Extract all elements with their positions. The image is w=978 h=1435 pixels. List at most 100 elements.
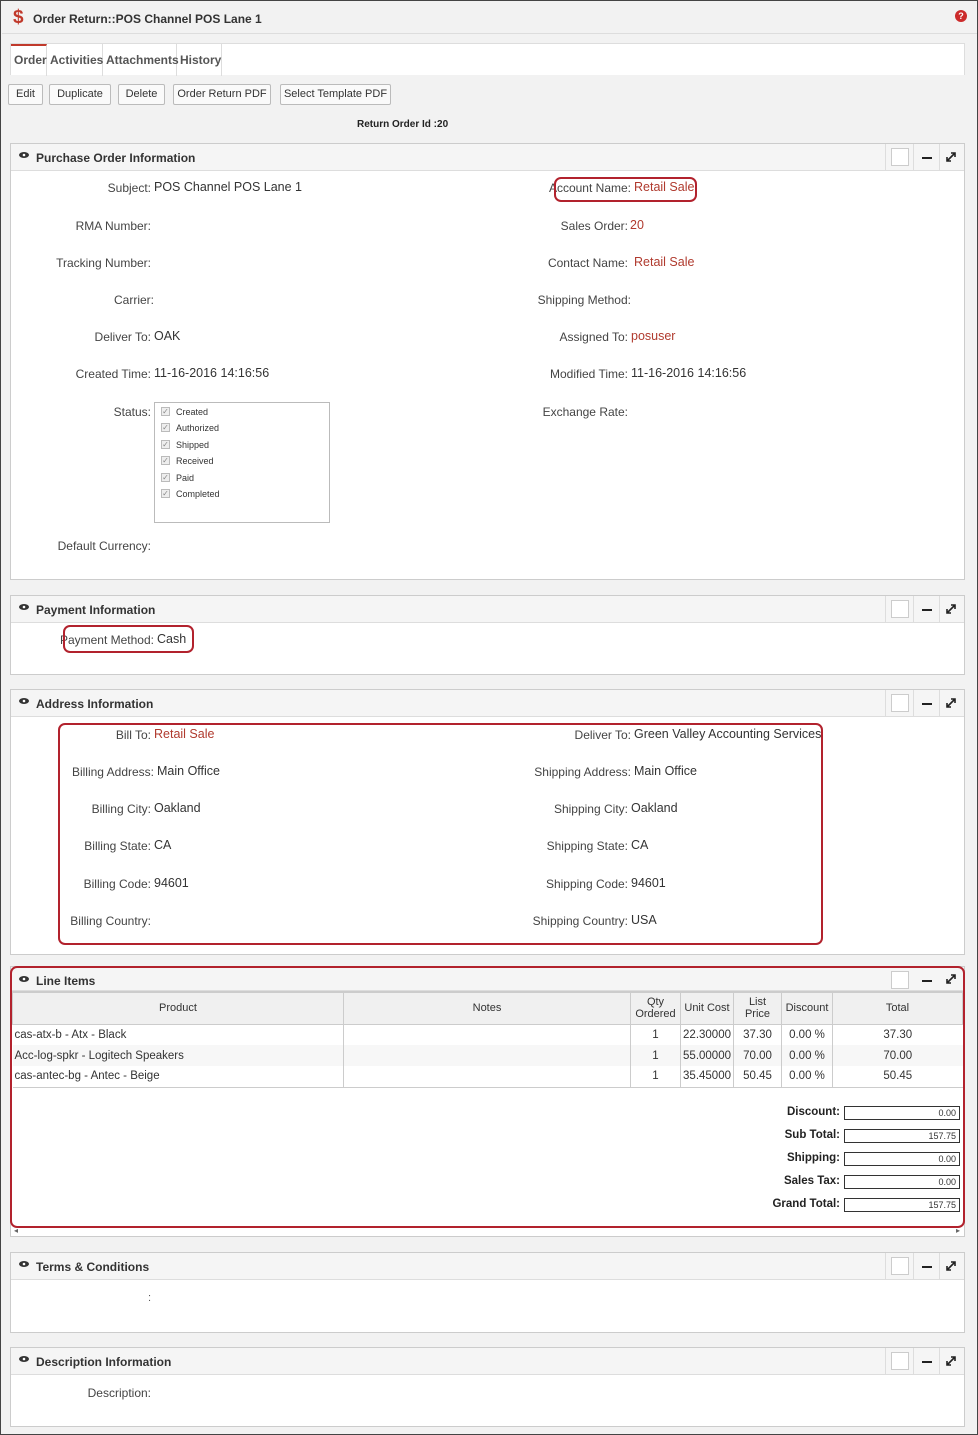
scroll-right-icon[interactable]: ▸ [956,1226,960,1235]
panel-title: Description Information [36,1355,172,1369]
tab-bar: Order Activities Attachments History [10,43,965,76]
expand-icon[interactable] [943,1353,959,1369]
description-label: Description: [87,1386,151,1400]
billing-address-value: Main Office [157,764,220,778]
minimize-icon[interactable] [922,703,932,705]
checkbox-icon: ✓ [161,456,170,465]
modified-time-label: Modified Time: [549,367,628,381]
shipping-address-label: Shipping Address: [534,765,631,779]
highlight-payment-method [63,625,194,653]
terms-separator: : [148,1292,152,1304]
panel-header: Purchase Order Information [11,144,964,171]
tab-order[interactable]: Order [11,44,47,76]
select-template-pdf-button[interactable]: Select Template PDF [280,84,391,105]
tab-history[interactable]: History [177,44,222,76]
highlight-account-name [554,177,697,202]
tab-attachments[interactable]: Attachments [103,44,179,76]
panel-header: Terms & Conditions [11,1253,964,1280]
panel-toggle-box[interactable] [891,600,909,618]
help-icon[interactable]: ? [955,10,967,22]
created-time-value: 11-16-2016 14:16:56 [154,366,270,380]
eye-icon[interactable] [19,604,29,610]
carrier-label: Carrier: [113,293,154,307]
order-return-pdf-button[interactable]: Order Return PDF [173,84,271,105]
billing-country-label: Billing Country: [70,914,151,928]
minimize-icon[interactable] [922,1361,932,1363]
subject-label: Subject: [107,181,151,195]
highlight-address [58,723,823,945]
rma-label: RMA Number: [75,219,151,233]
expand-icon[interactable] [943,1258,959,1274]
eye-icon[interactable] [19,1356,29,1362]
page-title: Order Return::POS Channel POS Lane 1 [33,12,262,26]
terms-panel: Terms & Conditions : [10,1252,965,1333]
billing-state-value: CA [154,838,172,852]
description-panel: Description Information Description: [10,1347,965,1427]
panel-header: Description Information [11,1348,964,1375]
delete-button[interactable]: Delete [118,84,165,105]
panel-title: Purchase Order Information [36,151,196,165]
panel-header: Address Information [11,690,964,717]
shipping-code-label: Shipping Code: [545,877,628,891]
bill-to-label: Bill To: [115,728,151,742]
status-created[interactable]: ✓ Created [161,407,208,417]
deliver-to-label: Deliver To: [94,330,151,344]
billing-code-label: Billing Code: [83,877,151,891]
status-paid[interactable]: ✓ Paid [161,473,194,483]
contact-name-link[interactable]: Retail Sale [634,255,694,269]
expand-icon[interactable] [943,695,959,711]
panel-title: Address Information [36,697,154,711]
shipping-state-value: CA [631,838,649,852]
panel-title: Payment Information [36,603,156,617]
billing-city-value: Oakland [154,801,201,815]
expand-icon[interactable] [943,149,959,165]
return-order-id: Return Order Id :20 [357,119,449,130]
panel-title: Terms & Conditions [36,1260,150,1274]
checkbox-icon: ✓ [161,423,170,432]
shipping-city-label: Shipping City: [553,802,628,816]
minimize-icon[interactable] [922,609,932,611]
minimize-icon[interactable] [922,1266,932,1268]
modified-time-value: 11-16-2016 14:16:56 [631,366,747,380]
billing-address-label: Billing Address: [71,765,154,779]
created-time-label: Created Time: [75,367,151,381]
sales-order-link[interactable]: 20 [630,218,644,232]
eye-icon[interactable] [19,698,29,704]
minimize-icon[interactable] [922,157,932,159]
panel-toggle-box[interactable] [891,1257,909,1275]
edit-button[interactable]: Edit [8,84,43,105]
deliver-to-value: Green Valley Accounting Services [634,727,822,741]
eye-icon[interactable] [19,152,29,158]
expand-icon[interactable] [943,601,959,617]
scroll-left-icon[interactable]: ◂ [14,1226,18,1235]
billing-state-label: Billing State: [84,839,151,853]
status-received[interactable]: ✓ Received [161,456,214,466]
checkbox-icon: ✓ [161,407,170,416]
tab-activities[interactable]: Activities [47,44,103,76]
contact-name-label: Contact Name: [547,256,628,270]
window-frame: $ Order Return::POS Channel POS Lane 1 ?… [0,0,978,1435]
status-list: ✓ Created ✓ Authorized ✓ Shipped ✓ Received … [154,402,330,523]
default-currency-label: Default Currency: [57,539,151,553]
eye-icon[interactable] [19,1261,29,1267]
assigned-to-link[interactable]: posuser [631,329,675,343]
shipping-address-value: Main Office [634,764,697,778]
duplicate-button[interactable]: Duplicate [49,84,111,105]
shipping-country-value: USA [631,913,657,927]
status-completed[interactable]: ✓ Completed [161,489,220,499]
shipping-method-label: Shipping Method: [537,293,631,307]
panel-toggle-box[interactable] [891,148,909,166]
billing-city-label: Billing City: [91,802,151,816]
panel-toggle-box[interactable] [891,1352,909,1370]
deliver-to-label: Deliver To: [574,728,631,742]
subject-value: POS Channel POS Lane 1 [154,180,303,194]
tracking-label: Tracking Number: [56,256,151,270]
panel-toggle-box[interactable] [891,694,909,712]
shipping-code-value: 94601 [631,876,666,890]
bill-to-link[interactable]: Retail Sale [154,727,214,741]
shipping-city-value: Oakland [631,801,678,815]
shipping-country-label: Shipping Country: [532,914,628,928]
status-authorized[interactable]: ✓ Authorized [161,423,219,433]
status-label: Status: [113,405,151,419]
status-shipped[interactable]: ✓ Shipped [161,440,209,450]
